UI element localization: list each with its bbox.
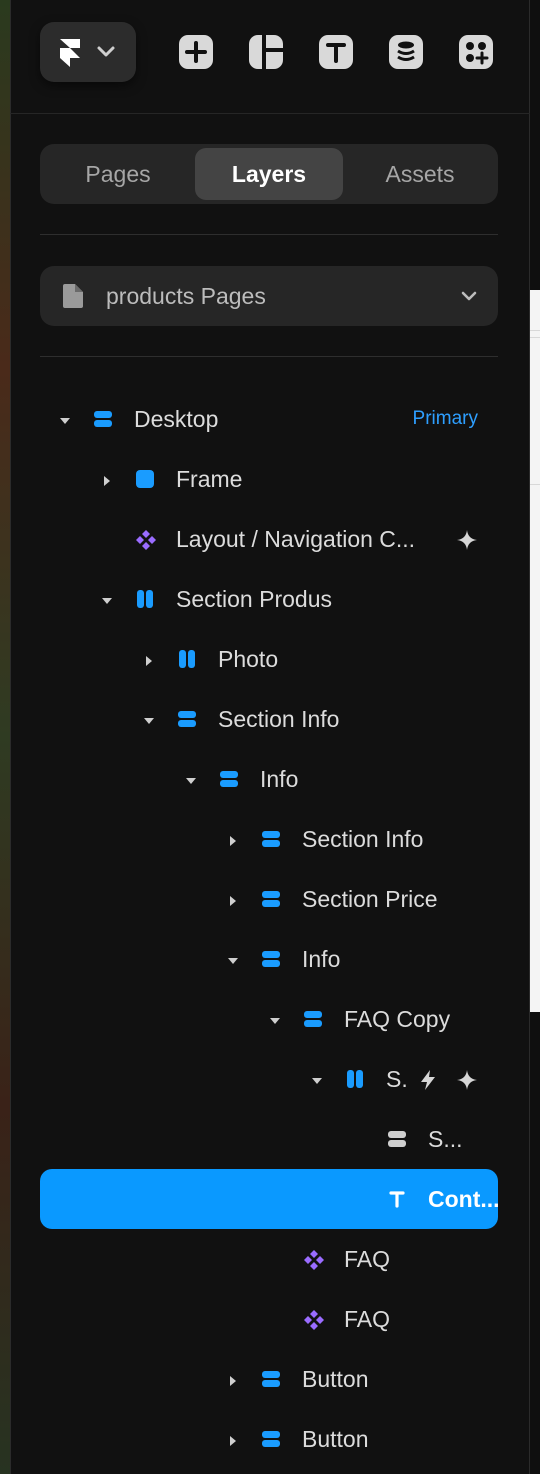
- tab-assets[interactable]: Assets: [346, 148, 494, 200]
- layer-row[interactable]: FAQ: [40, 1229, 498, 1289]
- layer-name: FAQ Copy: [344, 1006, 451, 1032]
- expand-caret-icon[interactable]: [59, 414, 71, 426]
- page-dropdown-label: products Pages: [106, 283, 266, 309]
- layer-name: S.: [386, 1066, 408, 1092]
- layer-row[interactable]: S...: [40, 1109, 498, 1169]
- stack-icon: [261, 1429, 281, 1449]
- stack-icon: [261, 949, 281, 969]
- layer-name: Cont...: [428, 1186, 500, 1212]
- stack-icon: [303, 1009, 323, 1029]
- columns-icon: [177, 649, 197, 669]
- divider: [40, 356, 498, 357]
- layer-row[interactable]: FAQ Copy: [40, 989, 498, 1049]
- layer-row[interactable]: Info: [40, 929, 498, 989]
- stack-icon: [93, 409, 113, 429]
- framer-menu-button[interactable]: [40, 22, 136, 82]
- tab-layers[interactable]: Layers: [195, 148, 343, 200]
- components-icon[interactable]: [458, 34, 494, 70]
- divider: [40, 234, 498, 235]
- stack-icon: [177, 709, 197, 729]
- tab-pages[interactable]: Pages: [44, 148, 192, 200]
- layer-name: Section Info: [218, 706, 340, 732]
- collapse-caret-icon[interactable]: [227, 1374, 239, 1386]
- layer-row[interactable]: S.: [40, 1049, 498, 1109]
- layer-name: Photo: [218, 646, 279, 672]
- canvas-divider: [530, 484, 540, 485]
- layer-name: FAQ: [344, 1246, 391, 1272]
- layer-name: Frame: [176, 466, 243, 492]
- expand-caret-icon[interactable]: [311, 1074, 323, 1086]
- stack-icon: [261, 829, 281, 849]
- primary-badge: Primary: [412, 408, 478, 429]
- insert-icon[interactable]: [178, 34, 214, 70]
- layer-name: Desktop: [134, 406, 219, 432]
- collapse-caret-icon[interactable]: [227, 1434, 239, 1446]
- layer-row[interactable]: Info: [40, 749, 498, 809]
- layer-name: Button: [302, 1426, 369, 1452]
- stack-icon: [261, 1369, 281, 1389]
- text-icon[interactable]: [318, 34, 354, 70]
- layer-row[interactable]: Photo: [40, 629, 498, 689]
- cms-icon[interactable]: [388, 34, 424, 70]
- layer-row[interactable]: Button: [40, 1409, 498, 1469]
- component-icon: [303, 1249, 324, 1270]
- sparkle-icon: [456, 529, 478, 551]
- sparkle-icon: [456, 1069, 478, 1091]
- collapse-caret-icon[interactable]: [143, 654, 155, 666]
- expand-caret-icon[interactable]: [143, 714, 155, 726]
- layer-name: Section Info: [302, 826, 424, 852]
- collapse-caret-icon[interactable]: [227, 894, 239, 906]
- frame-icon: [135, 469, 155, 489]
- panel-tabs: Pages Layers Assets: [40, 144, 498, 204]
- framer-logo-icon: [60, 39, 80, 67]
- layer-row[interactable]: Layout / Navigation C...: [40, 509, 498, 569]
- stack-icon: [261, 889, 281, 909]
- columns-icon: [345, 1069, 365, 1089]
- canvas-preview: [530, 290, 540, 1012]
- chevron-down-icon: [461, 291, 477, 301]
- text-layer-icon: [387, 1189, 407, 1209]
- layer-name: Info: [302, 946, 341, 972]
- collapse-caret-icon[interactable]: [227, 834, 239, 846]
- layer-name: Section Price: [302, 886, 438, 912]
- layer-row[interactable]: Desktop Primary: [40, 389, 498, 449]
- layer-row[interactable]: Section Info: [40, 689, 498, 749]
- collapse-caret-icon[interactable]: [101, 474, 113, 486]
- layer-name: S...: [428, 1126, 463, 1152]
- expand-caret-icon[interactable]: [101, 594, 113, 606]
- page-dropdown[interactable]: products Pages: [40, 266, 498, 326]
- expand-caret-icon[interactable]: [185, 774, 197, 786]
- bolt-icon: [417, 1069, 439, 1091]
- page-icon: [63, 284, 83, 308]
- layer-row[interactable]: Button: [40, 1349, 498, 1409]
- layer-row[interactable]: Section Info: [40, 809, 498, 869]
- layer-name: Section Produs: [176, 586, 332, 612]
- layer-row[interactable]: Section Price: [40, 869, 498, 929]
- layer-row[interactable]: FAQ: [40, 1289, 498, 1349]
- canvas-divider: [530, 337, 540, 338]
- layer-row[interactable]: Frame: [40, 449, 498, 509]
- layer-name: Button: [302, 1366, 369, 1392]
- layer-name: Info: [260, 766, 299, 792]
- layer-name: FAQ: [344, 1306, 391, 1332]
- layer-row[interactable]: Cont...: [40, 1169, 500, 1229]
- chevron-down-icon: [97, 46, 115, 57]
- columns-icon: [135, 589, 155, 609]
- canvas-divider: [530, 330, 540, 331]
- layout-icon[interactable]: [248, 34, 284, 70]
- layer-row[interactable]: Section Produs: [40, 569, 498, 629]
- component-icon: [135, 529, 156, 550]
- stack-icon: [219, 769, 239, 789]
- component-icon: [303, 1309, 324, 1330]
- header-divider: [10, 113, 530, 114]
- expand-caret-icon[interactable]: [227, 954, 239, 966]
- layer-name: Layout / Navigation C...: [176, 526, 416, 552]
- stack-icon: [387, 1129, 407, 1149]
- expand-caret-icon[interactable]: [269, 1014, 281, 1026]
